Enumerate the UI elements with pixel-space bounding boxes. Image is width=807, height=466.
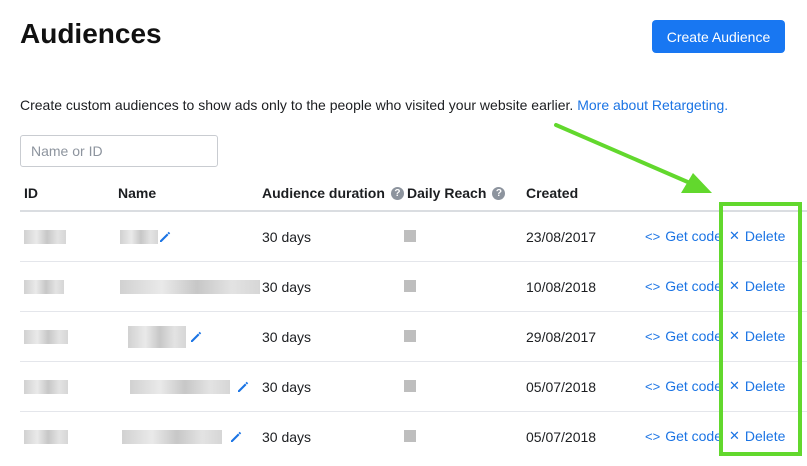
table-row: 30 days 05/07/2018 <> Get code ✕ Delete [0, 412, 807, 462]
page-title: Audiences [20, 18, 162, 49]
pencil-icon[interactable] [236, 380, 250, 394]
get-code-link[interactable]: <> Get code [645, 328, 722, 344]
pencil-icon[interactable] [229, 430, 243, 444]
intro-description: Create custom audiences to show ads only… [20, 97, 574, 113]
audience-duration: 30 days [262, 429, 312, 445]
retargeting-link[interactable]: More about Retargeting. [577, 97, 728, 113]
get-code-link[interactable]: <> Get code [645, 428, 722, 444]
get-code-link[interactable]: <> Get code [645, 228, 722, 244]
close-x-icon: ✕ [729, 328, 740, 343]
redacted-name [120, 230, 158, 244]
column-header-created: Created [526, 185, 579, 201]
redacted-name [120, 280, 260, 294]
redacted-id [24, 330, 68, 344]
close-x-icon: ✕ [729, 278, 740, 293]
question-circle-icon[interactable]: ? [390, 186, 404, 200]
code-brackets-icon: <> [645, 378, 661, 394]
table-row: 30 days 23/08/2017 <> Get code ✕ Delete [0, 212, 807, 262]
delete-link[interactable]: ✕ Delete [729, 228, 785, 244]
redacted-reach [404, 230, 416, 242]
code-brackets-icon: <> [645, 328, 661, 344]
intro-text: Create custom audiences to show ads only… [20, 97, 728, 113]
delete-link[interactable]: ✕ Delete [729, 328, 785, 344]
redacted-name [122, 430, 222, 444]
get-code-link[interactable]: <> Get code [645, 378, 722, 394]
audience-duration: 30 days [262, 329, 312, 345]
pencil-icon[interactable] [158, 230, 172, 244]
column-header-name: Name [118, 185, 157, 201]
redacted-reach [404, 430, 416, 442]
redacted-id [24, 280, 64, 294]
code-brackets-icon: <> [645, 278, 661, 294]
column-header-reach: Daily Reach ? [407, 185, 506, 201]
table-row: 30 days 10/08/2018 <> Get code ✕ Delete [0, 262, 807, 312]
audience-duration: 30 days [262, 379, 312, 395]
delete-link[interactable]: ✕ Delete [729, 278, 785, 294]
audience-duration: 30 days [262, 229, 312, 245]
table-row: 30 days 05/07/2018 <> Get code ✕ Delete [0, 362, 807, 412]
code-brackets-icon: <> [645, 228, 661, 244]
redacted-reach [404, 330, 416, 342]
question-circle-icon[interactable]: ? [492, 186, 506, 200]
created-date: 05/07/2018 [526, 379, 597, 395]
column-header-duration: Audience duration ? [262, 185, 404, 201]
pencil-icon[interactable] [189, 330, 203, 344]
delete-link[interactable]: ✕ Delete [729, 428, 785, 444]
created-date: 05/07/2018 [526, 429, 597, 445]
redacted-name [128, 326, 186, 348]
created-date: 10/08/2018 [526, 279, 597, 295]
code-brackets-icon: <> [645, 428, 661, 444]
column-header-id: ID [24, 185, 38, 201]
get-code-link[interactable]: <> Get code [645, 278, 722, 294]
redacted-id [24, 430, 68, 444]
delete-link[interactable]: ✕ Delete [729, 378, 785, 394]
close-x-icon: ✕ [729, 428, 740, 443]
close-x-icon: ✕ [729, 228, 740, 243]
create-audience-button[interactable]: Create Audience [652, 20, 785, 53]
redacted-id [24, 230, 66, 244]
redacted-id [24, 380, 68, 394]
redacted-name [130, 380, 230, 394]
close-x-icon: ✕ [729, 378, 740, 393]
table-row: 30 days 29/08/2017 <> Get code ✕ Delete [0, 312, 807, 362]
redacted-reach [404, 280, 416, 292]
audience-duration: 30 days [262, 279, 312, 295]
search-input[interactable] [20, 135, 218, 167]
created-date: 23/08/2017 [526, 229, 597, 245]
created-date: 29/08/2017 [526, 329, 597, 345]
redacted-reach [404, 380, 416, 392]
